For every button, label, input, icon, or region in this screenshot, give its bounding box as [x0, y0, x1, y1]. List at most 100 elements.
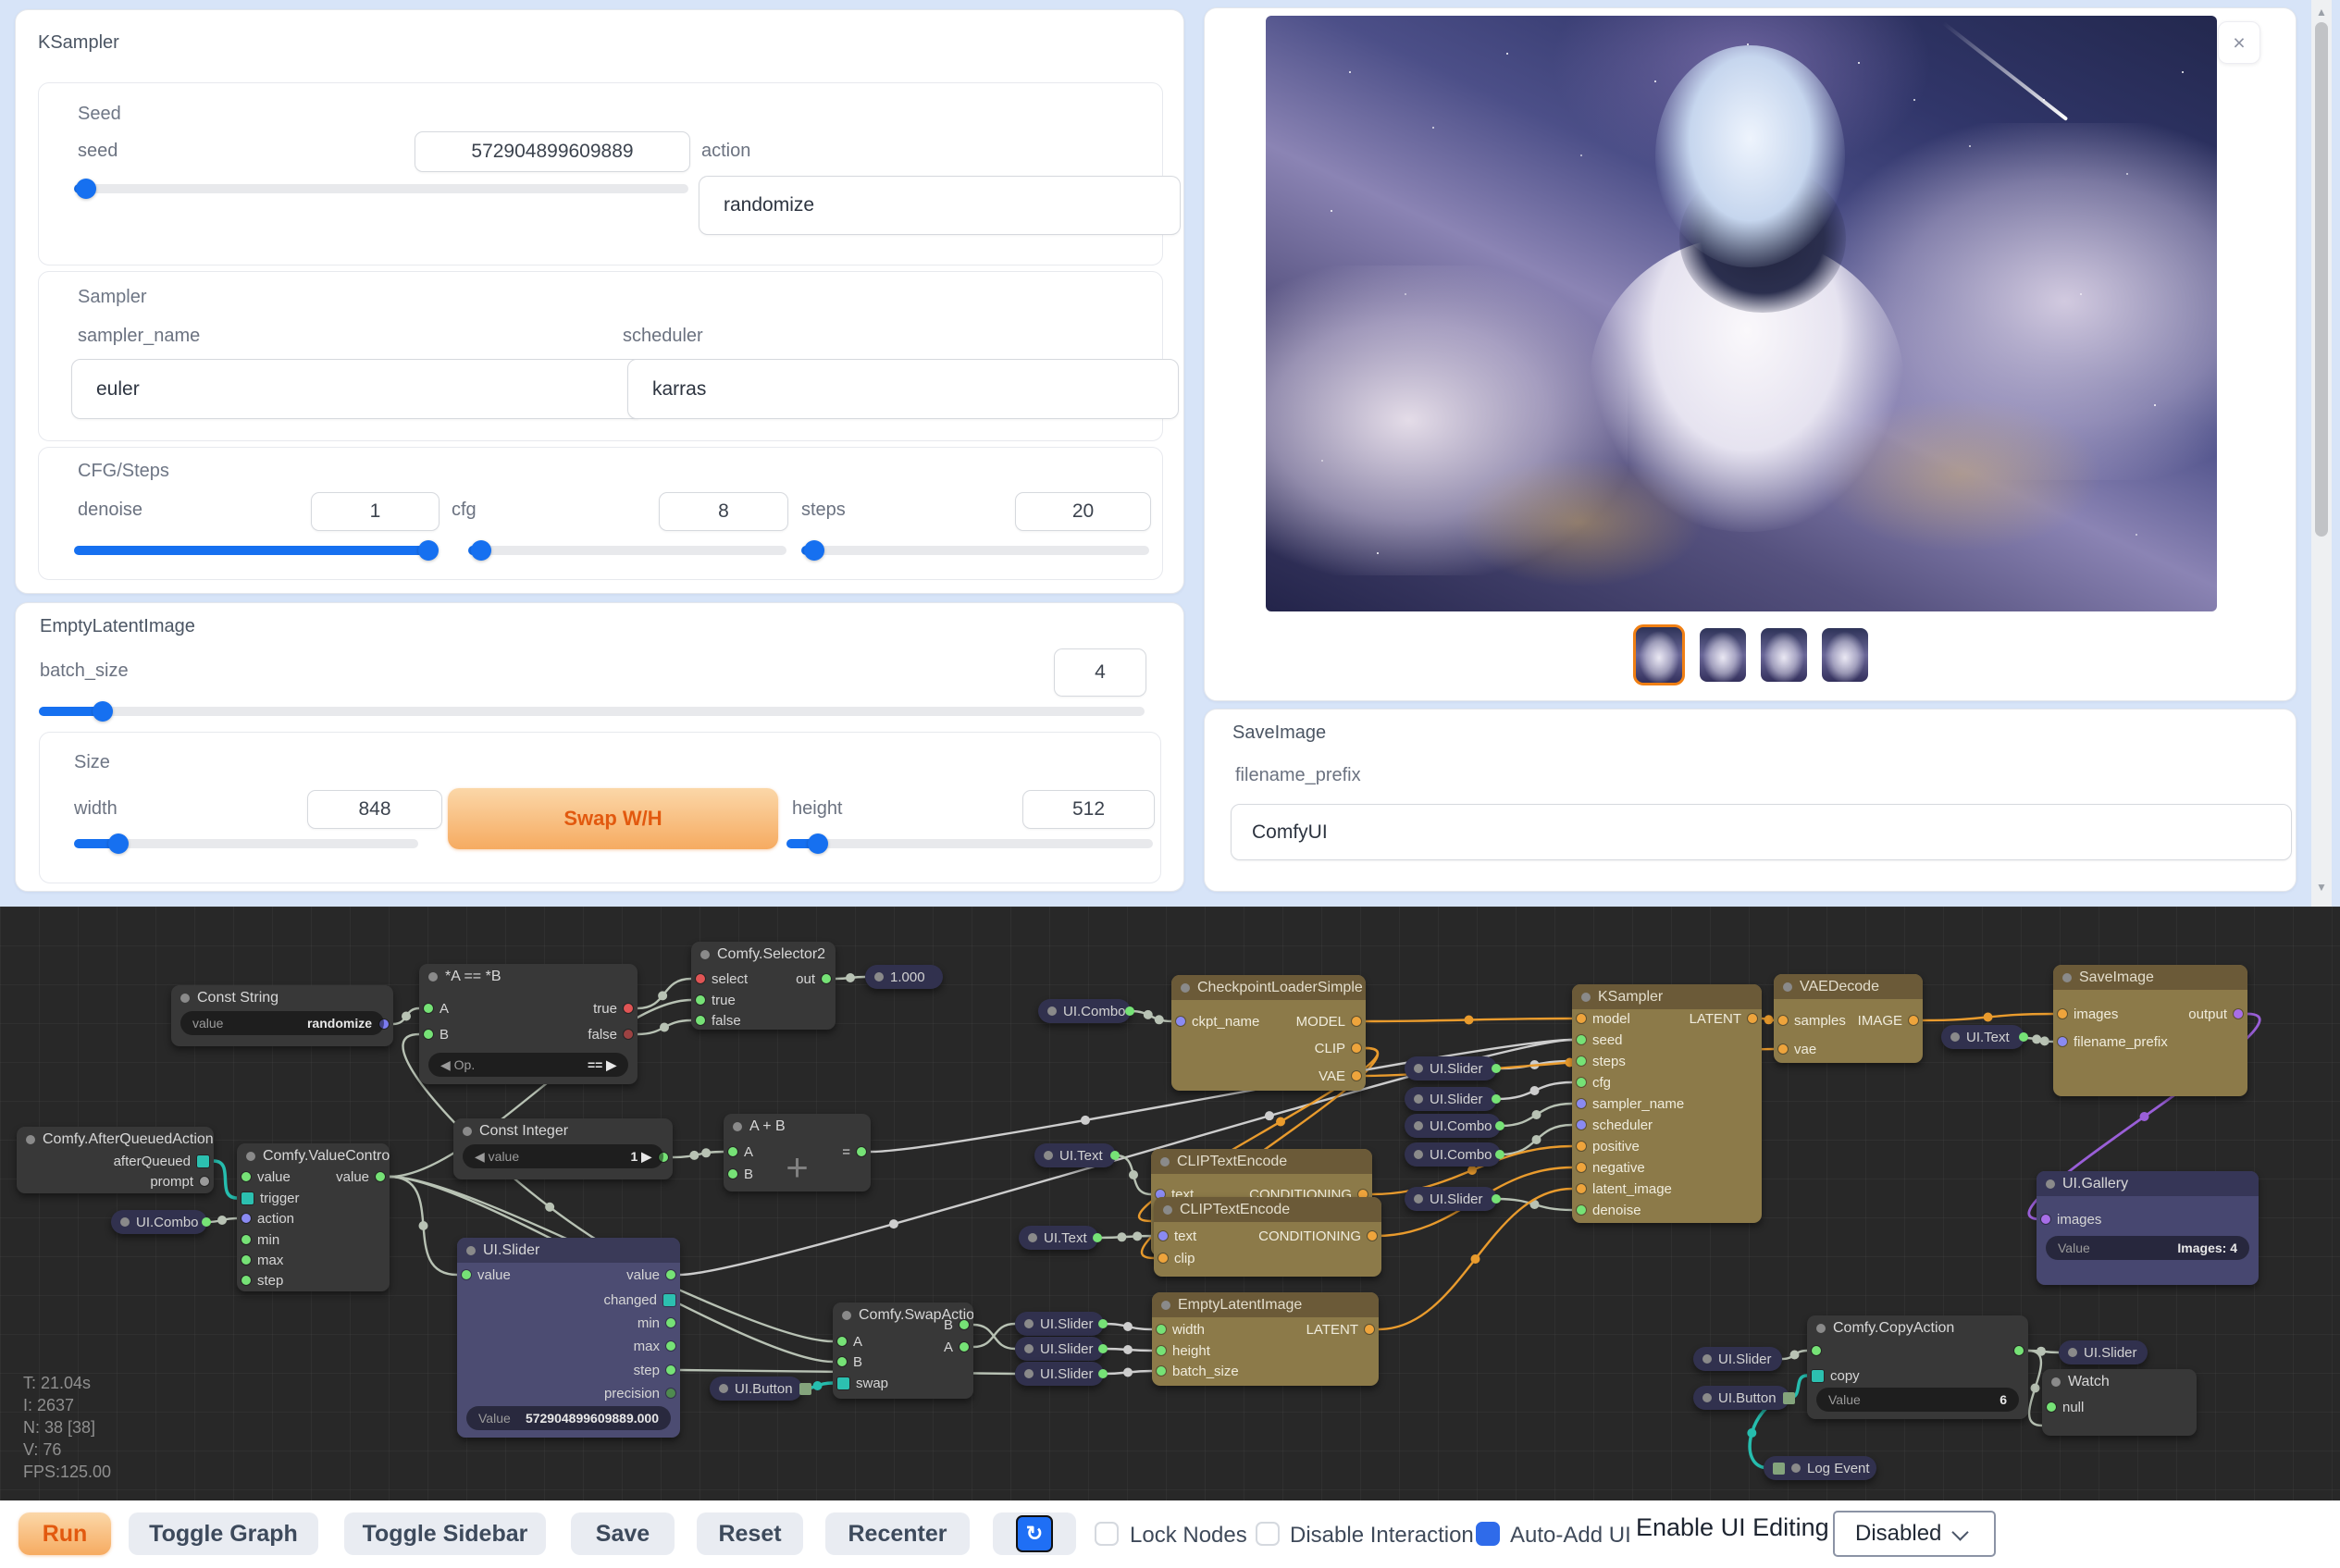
graph-node-big-slider[interactable]: UI.Slidervaluevaluechangedminmaxstepprec…	[457, 1238, 680, 1438]
sampler-name-select[interactable]: euler	[71, 359, 644, 419]
lock-nodes-checkbox[interactable]	[1095, 1522, 1119, 1546]
node-widget[interactable]: ◀ Op.== ▶	[428, 1053, 628, 1077]
node-collapse-dot[interactable]	[1414, 1194, 1423, 1204]
close-icon[interactable]: ×	[2218, 21, 2260, 64]
input-slot-images[interactable]	[2058, 1009, 2067, 1019]
run-button[interactable]: Run	[19, 1512, 111, 1555]
graph-node-vae-decode[interactable]: VAEDecodesamplesvaeIMAGE	[1774, 974, 1923, 1063]
graph-node-a-eq-b[interactable]: *A == *BABtruefalse◀ Op.== ▶	[419, 964, 638, 1084]
node-collapse-dot[interactable]	[26, 1135, 35, 1144]
node-collapse-dot[interactable]	[2051, 1377, 2061, 1387]
node-collapse-dot[interactable]	[719, 1384, 728, 1393]
input-slot-clip[interactable]	[1158, 1253, 1168, 1263]
input-slot-sampler_name[interactable]	[1577, 1099, 1586, 1108]
graph-node-combo-ckpt[interactable]: UI.Combo	[1038, 999, 1131, 1023]
output-slot-CLIP[interactable]	[1352, 1043, 1361, 1053]
node-collapse-dot[interactable]	[1044, 1151, 1053, 1160]
graph-node-const-string[interactable]: Const Stringvaluerandomize	[171, 985, 393, 1046]
node-collapse-dot[interactable]	[2046, 1179, 2055, 1189]
graph-node-pill-copy-out[interactable]: UI.Slider	[2059, 1340, 2148, 1364]
thumbnail[interactable]	[1822, 628, 1868, 682]
input-slot-B[interactable]	[728, 1169, 737, 1179]
input-slot-cfg[interactable]	[1577, 1078, 1586, 1087]
graph-node-log-event[interactable]: Log Event	[1764, 1456, 1876, 1480]
graph-node-selector2[interactable]: Comfy.Selector2selecttruefalseout	[691, 942, 836, 1030]
input-slot-false[interactable]	[696, 1016, 705, 1025]
input-slot-filename_prefix[interactable]	[2058, 1037, 2067, 1046]
node-collapse-dot[interactable]	[463, 1127, 472, 1136]
output-slot[interactable]	[1093, 1233, 1102, 1242]
output-slot-=[interactable]	[857, 1147, 866, 1156]
save-button[interactable]: Save	[571, 1512, 675, 1555]
node-collapse-dot[interactable]	[1414, 1064, 1423, 1073]
input-slot-positive[interactable]	[1577, 1142, 1586, 1151]
height-input[interactable]: 512	[1022, 790, 1155, 829]
node-collapse-dot[interactable]	[466, 1246, 476, 1255]
height-slider[interactable]	[786, 839, 1153, 848]
input-slot-images[interactable]	[2041, 1215, 2050, 1224]
scroll-down-icon[interactable]: ▼	[2311, 881, 2332, 894]
swap-wh-button[interactable]: Swap W/H	[448, 788, 778, 849]
graph-node-const-int[interactable]: Const Integer◀ value1 ▶	[453, 1118, 673, 1179]
input-slot-width[interactable]	[1157, 1325, 1166, 1334]
input-slot-select[interactable]	[696, 974, 705, 983]
seed-slider[interactable]	[74, 184, 688, 193]
toggle-sidebar-button[interactable]: Toggle Sidebar	[344, 1512, 546, 1555]
input-slot-scheduler[interactable]	[1577, 1120, 1586, 1130]
output-slot[interactable]	[1098, 1344, 1108, 1353]
input-slot-action[interactable]	[241, 1214, 251, 1223]
vertical-scrollbar[interactable]: ▲ ▼	[2311, 0, 2332, 907]
sync-button[interactable]: ↻	[993, 1512, 1076, 1555]
input-slot-latent_image[interactable]	[1577, 1184, 1586, 1193]
node-collapse-dot[interactable]	[733, 1122, 742, 1131]
node-collapse-dot[interactable]	[1702, 1393, 1712, 1402]
node-widget[interactable]: ◀ value1 ▶	[463, 1144, 663, 1168]
input-slot-samples[interactable]	[1778, 1016, 1788, 1025]
output-slot[interactable]	[1495, 1121, 1504, 1130]
output-slot[interactable]	[2019, 1032, 2028, 1042]
input-slot-null[interactable]	[2047, 1402, 2056, 1412]
output-slot-IMAGE[interactable]	[1909, 1016, 1918, 1025]
graph-node-btn-copy[interactable]: UI.Button	[1693, 1386, 1789, 1410]
output-slot-min[interactable]	[666, 1318, 675, 1327]
input-slot-height[interactable]	[1157, 1346, 1166, 1355]
graph-canvas[interactable]: Const Stringvaluerandomize *A == *BABtrue…	[0, 907, 2340, 1500]
filename-prefix-input[interactable]: ComfyUI	[1231, 804, 2292, 860]
node-collapse-dot[interactable]	[1181, 983, 1190, 993]
node-collapse-dot[interactable]	[1047, 1006, 1057, 1016]
node-collapse-dot[interactable]	[1816, 1324, 1826, 1333]
input-slot-value[interactable]	[462, 1270, 471, 1279]
ui-editing-select[interactable]: Disabled	[1833, 1511, 1996, 1557]
steps-slider[interactable]	[801, 546, 1149, 555]
output-slot-value[interactable]	[376, 1172, 385, 1181]
graph-node-pill-steps[interactable]: UI.Slider	[1405, 1056, 1497, 1080]
input-slot-A[interactable]	[837, 1337, 847, 1346]
output-slot-out[interactable]	[2014, 1346, 2024, 1355]
output-slot-changed[interactable]	[663, 1294, 675, 1306]
output-slot-VAE[interactable]	[1352, 1071, 1361, 1080]
node-collapse-dot[interactable]	[2068, 1348, 2077, 1357]
input-slot-copy[interactable]	[1812, 1370, 1824, 1382]
graph-node-text1[interactable]: UI.Text	[1034, 1143, 1116, 1167]
input-slot-true[interactable]	[696, 995, 705, 1005]
node-collapse-dot[interactable]	[1024, 1369, 1034, 1378]
node-collapse-dot[interactable]	[1163, 1205, 1172, 1215]
graph-node-pill-copy-in[interactable]: UI.Slider	[1693, 1347, 1782, 1371]
denoise-slider[interactable]	[74, 546, 438, 555]
node-collapse-dot[interactable]	[1791, 1463, 1801, 1473]
action-select[interactable]: randomize	[699, 176, 1181, 235]
scheduler-select[interactable]: karras	[627, 359, 1179, 419]
input-slot-denoise[interactable]	[1577, 1205, 1586, 1215]
output-slot-afterQueued[interactable]	[197, 1155, 209, 1167]
output-slot[interactable]	[1125, 1006, 1134, 1016]
node-collapse-dot[interactable]	[1950, 1032, 1960, 1042]
input-slot-max[interactable]	[241, 1255, 251, 1265]
output-slot-max[interactable]	[666, 1341, 675, 1351]
output-slot[interactable]	[1495, 1150, 1504, 1159]
output-slot[interactable]	[1098, 1369, 1108, 1378]
node-collapse-dot[interactable]	[1414, 1094, 1423, 1104]
node-collapse-dot[interactable]	[1581, 993, 1591, 1002]
node-widget[interactable]: Value6	[1816, 1388, 2019, 1412]
batch-size-slider[interactable]	[39, 707, 1145, 716]
node-collapse-dot[interactable]	[1414, 1121, 1423, 1130]
